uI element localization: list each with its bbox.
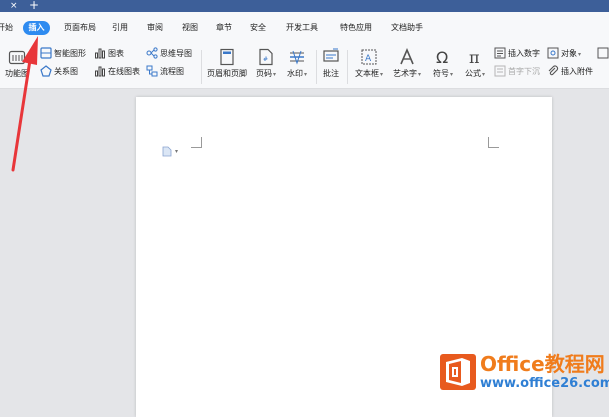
close-tab-icon[interactable]: ×	[10, 0, 18, 12]
menu-tab-references[interactable]: 引用	[109, 21, 131, 35]
drop-cap-button: 首字下沉	[494, 65, 540, 77]
margin-corner-top-left	[191, 137, 202, 148]
site-watermark: Office教程网 www.office26.com	[440, 354, 609, 390]
page-number-button[interactable]: # 页码▾	[254, 48, 278, 79]
menu-tab-doc-assistant[interactable]: 文档助手	[388, 21, 426, 35]
omega-symbol-icon: Ω	[434, 48, 452, 67]
function-chart-button[interactable]: 功能图	[4, 48, 30, 79]
flowchart-icon	[146, 65, 158, 77]
comment-icon	[322, 48, 340, 66]
object-button[interactable]: 对象▾	[547, 47, 581, 59]
dropdown-arrow-icon: ▾	[379, 71, 383, 78]
dropdown-arrow-icon: ▾	[417, 71, 421, 78]
ribbon-toolbar: 功能图 智能图形 关系图 图表 在线图表 思维导图 流程图 页眉和页脚 # 页码…	[0, 44, 609, 89]
comment-label: 批注	[323, 69, 339, 78]
header-footer-button[interactable]: 页眉和页脚	[204, 48, 250, 79]
relation-chart-icon	[40, 65, 52, 77]
chart-label: 图表	[108, 48, 124, 58]
title-strip: × +	[0, 0, 609, 12]
insert-number-label: 插入数字	[508, 48, 540, 58]
insert-number-button[interactable]: 插入数字	[494, 47, 540, 59]
dropdown-arrow-icon: ▾	[578, 50, 582, 58]
svg-text:#: #	[263, 56, 268, 63]
watermark-icon	[288, 48, 306, 66]
paragraph-options[interactable]: ▾	[162, 146, 178, 157]
smart-shape-icon	[40, 47, 52, 59]
flowchart-label: 流程图	[160, 66, 184, 76]
art-text-icon	[398, 47, 416, 66]
function-chart-icon	[8, 48, 26, 66]
insert-attachment-button[interactable]: 插入附件	[547, 65, 593, 77]
new-tab-icon[interactable]: +	[29, 0, 39, 11]
drop-cap-label: 首字下沉	[508, 66, 540, 76]
dropdown-arrow-icon: ▾	[175, 148, 179, 155]
online-chart-icon	[94, 65, 106, 77]
flowchart-button[interactable]: 流程图	[146, 65, 184, 77]
art-text-button[interactable]: 艺术字▾	[390, 47, 424, 79]
more-icon	[597, 47, 609, 59]
menu-tab-insert[interactable]: 插入	[23, 21, 50, 35]
bar-chart-icon	[94, 47, 106, 59]
menu-tab-developer[interactable]: 开发工具	[283, 21, 321, 35]
watermark-title: Office教程网	[480, 352, 605, 376]
formula-label: 公式	[464, 69, 481, 78]
symbol-button[interactable]: Ω 符号▾	[430, 48, 456, 79]
mind-map-button[interactable]: 思维导图	[146, 47, 192, 59]
office-logo-icon	[440, 354, 476, 390]
textbox-label: 文本框	[354, 69, 379, 78]
formula-button[interactable]: π 公式▾	[462, 48, 488, 79]
insert-number-icon	[494, 47, 506, 59]
svg-text:Ω: Ω	[436, 48, 448, 66]
watermark-button[interactable]: 水印▾	[285, 48, 309, 79]
mind-map-icon	[146, 47, 158, 59]
function-chart-label: 功能图	[5, 69, 29, 78]
textbox-button[interactable]: A 文本框▾	[352, 48, 386, 79]
smart-shape-button[interactable]: 智能图形	[40, 47, 86, 59]
more-button[interactable]	[597, 47, 609, 59]
relation-chart-label: 关系图	[54, 66, 78, 76]
pi-formula-icon: π	[466, 48, 484, 67]
relation-chart-button[interactable]: 关系图	[40, 65, 78, 77]
drop-cap-icon	[494, 65, 506, 77]
menu-tab-security[interactable]: 安全	[247, 21, 269, 35]
chart-button[interactable]: 图表	[94, 47, 124, 59]
ribbon-separator	[201, 50, 202, 84]
insert-attachment-label: 插入附件	[561, 66, 593, 76]
dropdown-arrow-icon: ▾	[272, 71, 276, 78]
watermark-url: www.office26.com	[480, 376, 609, 391]
art-text-label: 艺术字	[392, 69, 417, 78]
object-icon	[547, 47, 559, 59]
ribbon-separator	[347, 50, 348, 84]
svg-text:π: π	[469, 48, 480, 66]
page-number-icon: #	[258, 48, 274, 66]
header-footer-label: 页眉和页脚	[207, 69, 247, 78]
header-footer-icon	[219, 48, 235, 66]
menu-tab-page-layout[interactable]: 页面布局	[61, 21, 99, 35]
object-label: 对象	[561, 48, 577, 58]
margin-corner-top-right	[488, 137, 499, 148]
menu-tab-review[interactable]: 审阅	[144, 21, 166, 35]
online-chart-button[interactable]: 在线图表	[94, 65, 140, 77]
smart-shape-label: 智能图形	[54, 48, 86, 58]
online-chart-label: 在线图表	[108, 66, 140, 76]
mind-map-label: 思维导图	[160, 48, 192, 58]
ribbon-separator	[316, 50, 317, 84]
symbol-label: 符号	[432, 69, 449, 78]
document-icon	[162, 146, 172, 157]
dropdown-arrow-icon: ▾	[481, 71, 485, 78]
page-number-label: 页码	[255, 69, 272, 78]
paperclip-icon	[547, 65, 559, 77]
menu-bar: 开始 插入 页面布局 引用 审阅 视图 章节 安全 开发工具 特色应用 文档助手	[0, 12, 609, 44]
menu-tab-home[interactable]: 开始	[0, 21, 16, 35]
dropdown-arrow-icon: ▾	[449, 71, 453, 78]
textbox-icon: A	[360, 48, 378, 66]
dropdown-arrow-icon: ▾	[303, 71, 307, 78]
comment-button[interactable]: 批注	[320, 48, 342, 79]
menu-tab-view[interactable]: 视图	[179, 21, 201, 35]
menu-tab-section[interactable]: 章节	[213, 21, 235, 35]
svg-text:A: A	[365, 54, 372, 64]
menu-tab-features[interactable]: 特色应用	[337, 21, 375, 35]
watermark-label: 水印	[286, 69, 303, 78]
